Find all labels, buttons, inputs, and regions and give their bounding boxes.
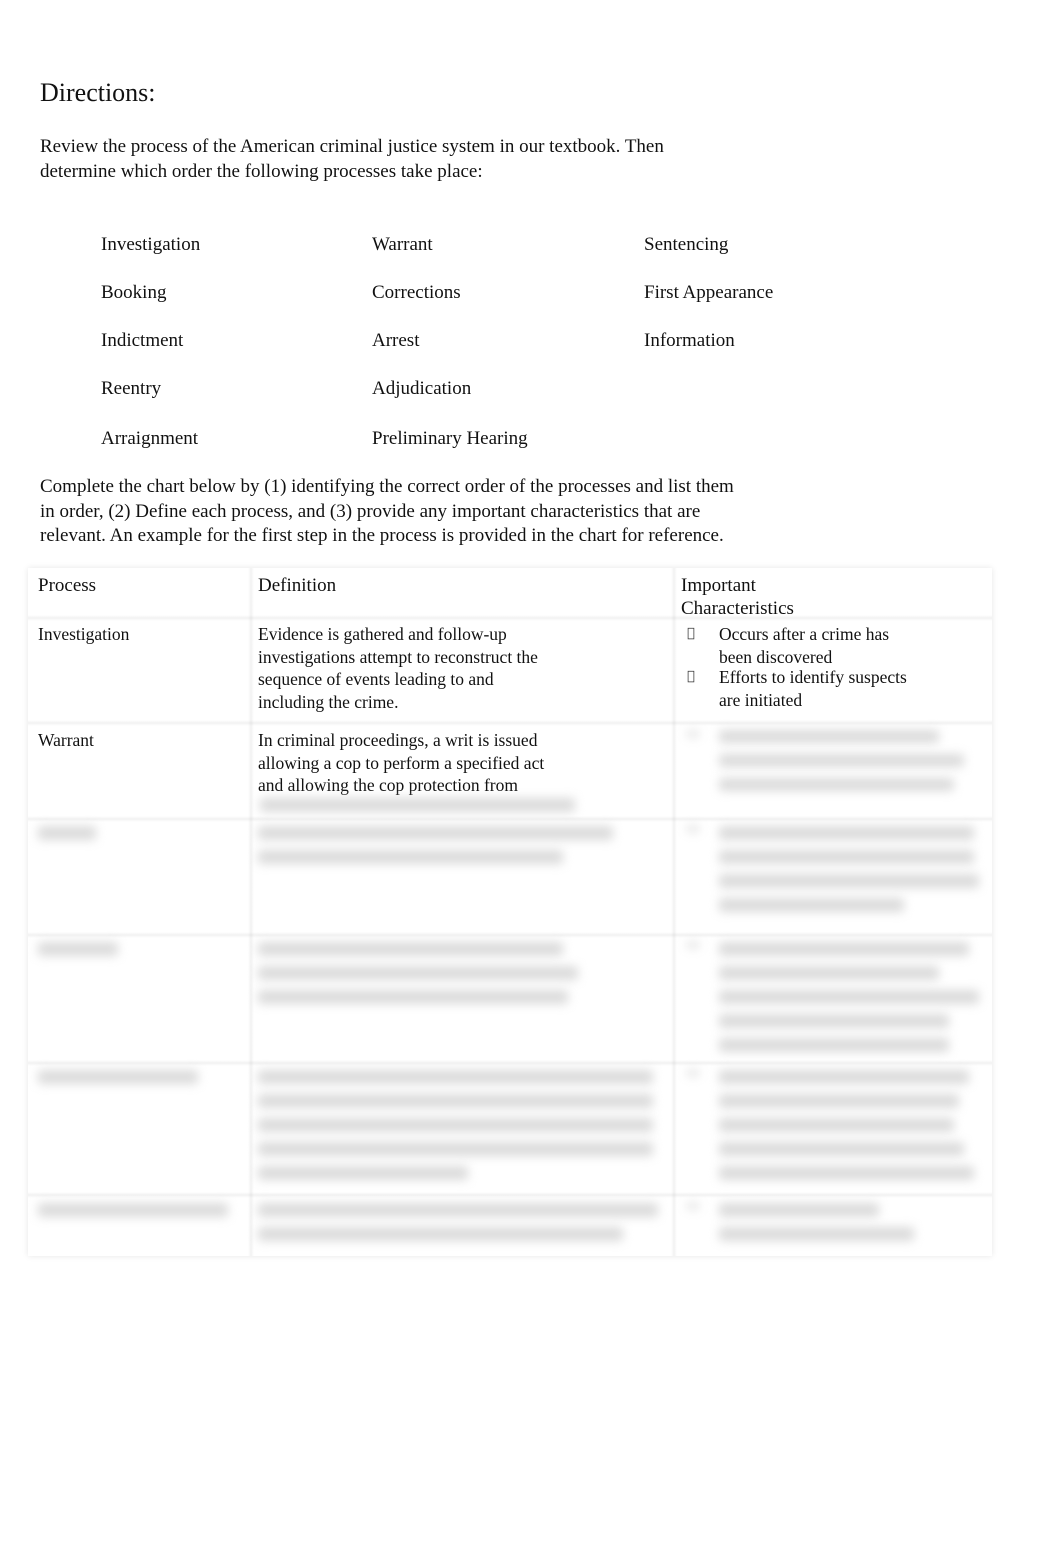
directions-heading: Directions:	[40, 78, 156, 107]
intro-paragraph: Review the process of the American crimi…	[40, 135, 664, 184]
blurred-text	[719, 1094, 959, 1108]
header-characteristics-line-1: Important	[681, 575, 756, 596]
instructions-paragraph: Complete the chart below by (1) identify…	[40, 475, 734, 549]
term-item: Adjudication	[372, 378, 472, 399]
definition-line: Evidence is gathered and follow-up	[258, 624, 507, 644]
header-process: Process	[38, 575, 97, 596]
blurred-text	[719, 990, 979, 1004]
characteristic-line: Occurs after a crime has	[719, 624, 890, 644]
blurred-text	[719, 1166, 974, 1180]
blurred-text	[38, 826, 96, 840]
blurred-text	[38, 942, 118, 956]
definition-line: investigations attempt to reconstruct th…	[258, 646, 538, 667]
blurred-bullet	[687, 731, 699, 737]
blurred-text	[719, 1142, 964, 1156]
blurred-text	[258, 942, 563, 956]
instructions-line-1: Complete the chart below by (1) identify…	[40, 476, 734, 497]
characteristic-line: Efforts to identify suspects	[719, 667, 907, 687]
term-item: Preliminary Hearing	[372, 428, 528, 449]
definition-line: allowing a cop to perform a specified ac…	[258, 752, 545, 773]
blurred-bullet	[687, 942, 699, 948]
bullet-icon: 	[687, 626, 695, 641]
row-divider	[28, 1192, 992, 1198]
definition-cell: Evidence is gathered and follow-up inves…	[258, 623, 538, 713]
process-cell: Warrant	[38, 730, 94, 750]
header-characteristics-line-2: Characteristics	[681, 598, 794, 619]
row-divider	[28, 816, 992, 822]
blurred-text	[258, 1118, 653, 1132]
term-item: Booking	[101, 282, 167, 303]
blurred-text	[719, 966, 939, 980]
blurred-text	[258, 1142, 653, 1156]
column-divider	[671, 568, 677, 1256]
definition-line: sequence of events leading to and	[258, 669, 494, 689]
blurred-text	[258, 1203, 658, 1217]
row-divider	[28, 720, 992, 726]
blurred-text	[260, 798, 575, 812]
definition-cell: In criminal proceedings, a writ is issue…	[258, 729, 544, 797]
blurred-text	[258, 966, 578, 980]
term-item: Arrest	[372, 330, 420, 351]
characteristic-item: Occurs after a crime has been discovered	[719, 623, 889, 668]
intro-line-1: Review the process of the American crimi…	[40, 136, 664, 157]
intro-line-2: determine which order the following proc…	[40, 160, 483, 182]
blurred-text	[258, 826, 613, 840]
blurred-text	[719, 826, 974, 840]
blurred-bullet	[687, 1070, 699, 1076]
blurred-text	[258, 850, 563, 864]
blurred-text	[719, 1227, 914, 1241]
blurred-text	[719, 1203, 879, 1217]
row-divider	[28, 1060, 992, 1066]
blurred-text	[719, 778, 954, 791]
blurred-text	[719, 1070, 969, 1084]
blurred-text	[38, 1070, 198, 1084]
blurred-text	[258, 1094, 653, 1108]
term-item: First Appearance	[644, 282, 774, 303]
characteristic-item: Efforts to identify suspects are initiat…	[719, 666, 907, 711]
blurred-text	[719, 874, 979, 888]
header-characteristics: Important Characteristics	[681, 574, 794, 620]
characteristic-line: are initiated	[719, 689, 803, 710]
instructions-line-3: relevant. An example for the first step …	[40, 525, 724, 546]
blurred-text	[719, 754, 964, 767]
blurred-bullet	[687, 826, 699, 832]
definition-line: and allowing the cop protection from	[258, 775, 518, 795]
blurred-text	[258, 990, 568, 1004]
term-item: Warrant	[372, 234, 433, 255]
header-definition: Definition	[258, 575, 337, 596]
blurred-text	[258, 1070, 653, 1084]
term-item: Corrections	[372, 282, 461, 303]
term-item: Arraignment	[101, 428, 199, 449]
characteristic-line: been discovered	[719, 646, 833, 667]
blurred-text	[719, 1014, 949, 1028]
term-item: Reentry	[101, 378, 162, 399]
row-divider	[28, 932, 992, 938]
process-cell: Investigation	[38, 624, 130, 644]
blurred-text	[719, 730, 939, 743]
blurred-text	[258, 1166, 468, 1180]
blurred-text	[719, 1118, 954, 1132]
bullet-icon: 	[687, 669, 695, 684]
blurred-text	[258, 1227, 623, 1241]
term-item: Investigation	[101, 234, 201, 255]
term-item: Information	[644, 330, 735, 351]
blurred-text	[719, 1038, 949, 1052]
blurred-bullet	[687, 1203, 699, 1209]
process-chart-table: Process Definition Important Characteris…	[28, 568, 992, 1256]
definition-line: including the crime.	[258, 691, 399, 712]
blurred-text	[719, 898, 904, 912]
blurred-text	[719, 850, 974, 864]
term-item: Sentencing	[644, 234, 729, 255]
blurred-text	[38, 1203, 228, 1217]
term-item: Indictment	[101, 330, 184, 351]
blurred-text	[719, 942, 969, 956]
row-divider	[28, 615, 992, 621]
column-divider	[248, 568, 254, 1256]
instructions-line-2: in order, (2) Define each process, and (…	[40, 500, 701, 522]
definition-line: In criminal proceedings, a writ is issue…	[258, 730, 538, 750]
